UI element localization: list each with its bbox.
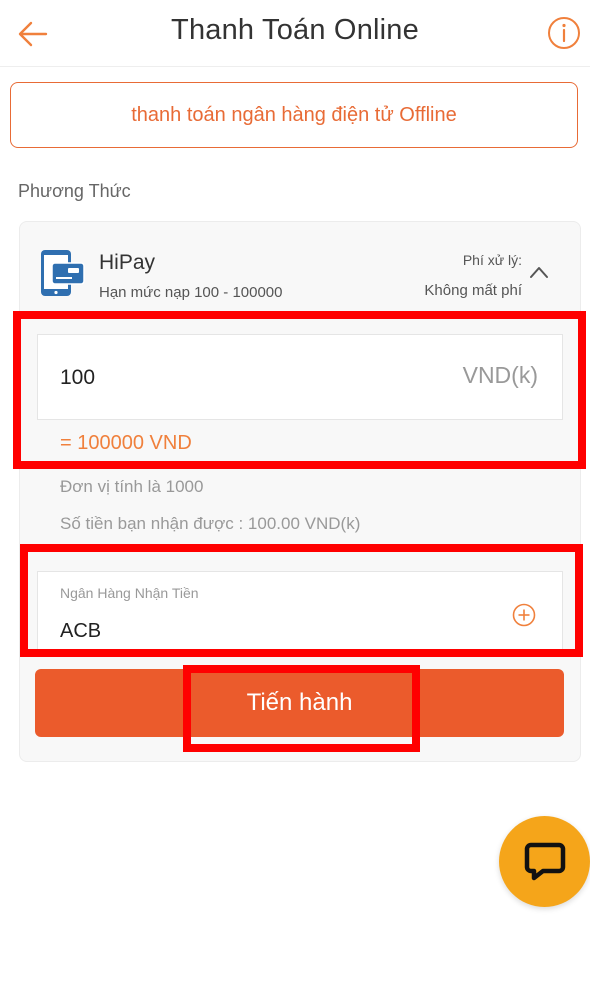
payment-method-section-label: Phương Thức (18, 181, 131, 201)
mobile-card-icon (41, 250, 85, 296)
highlight-box-amount (13, 311, 586, 469)
method-name: HiPay (99, 251, 156, 274)
page-title: Thanh Toán Online (171, 14, 419, 46)
method-limit: Hạn mức nạp 100 - 100000 (99, 284, 283, 301)
chevron-up-icon[interactable] (529, 264, 549, 280)
highlight-box-proceed (183, 665, 420, 752)
offline-banking-label: thanh toán ngân hàng điện tử Offline (131, 103, 457, 126)
fee-value: Không mất phí (424, 282, 522, 299)
offline-banking-button[interactable]: thanh toán ngân hàng điện tử Offline (10, 82, 578, 148)
highlight-box-bank (20, 544, 583, 657)
chat-bubble-icon (524, 842, 566, 881)
unit-note: Đơn vị tính là 1000 (60, 477, 204, 496)
app-header: Thanh Toán Online (0, 0, 590, 67)
fee-label: Phí xử lý: (462, 252, 522, 268)
info-icon[interactable] (547, 16, 581, 50)
receive-amount-note: Số tiền bạn nhận được : 100.00 VND(k) (60, 514, 361, 533)
chat-button[interactable] (499, 816, 590, 907)
